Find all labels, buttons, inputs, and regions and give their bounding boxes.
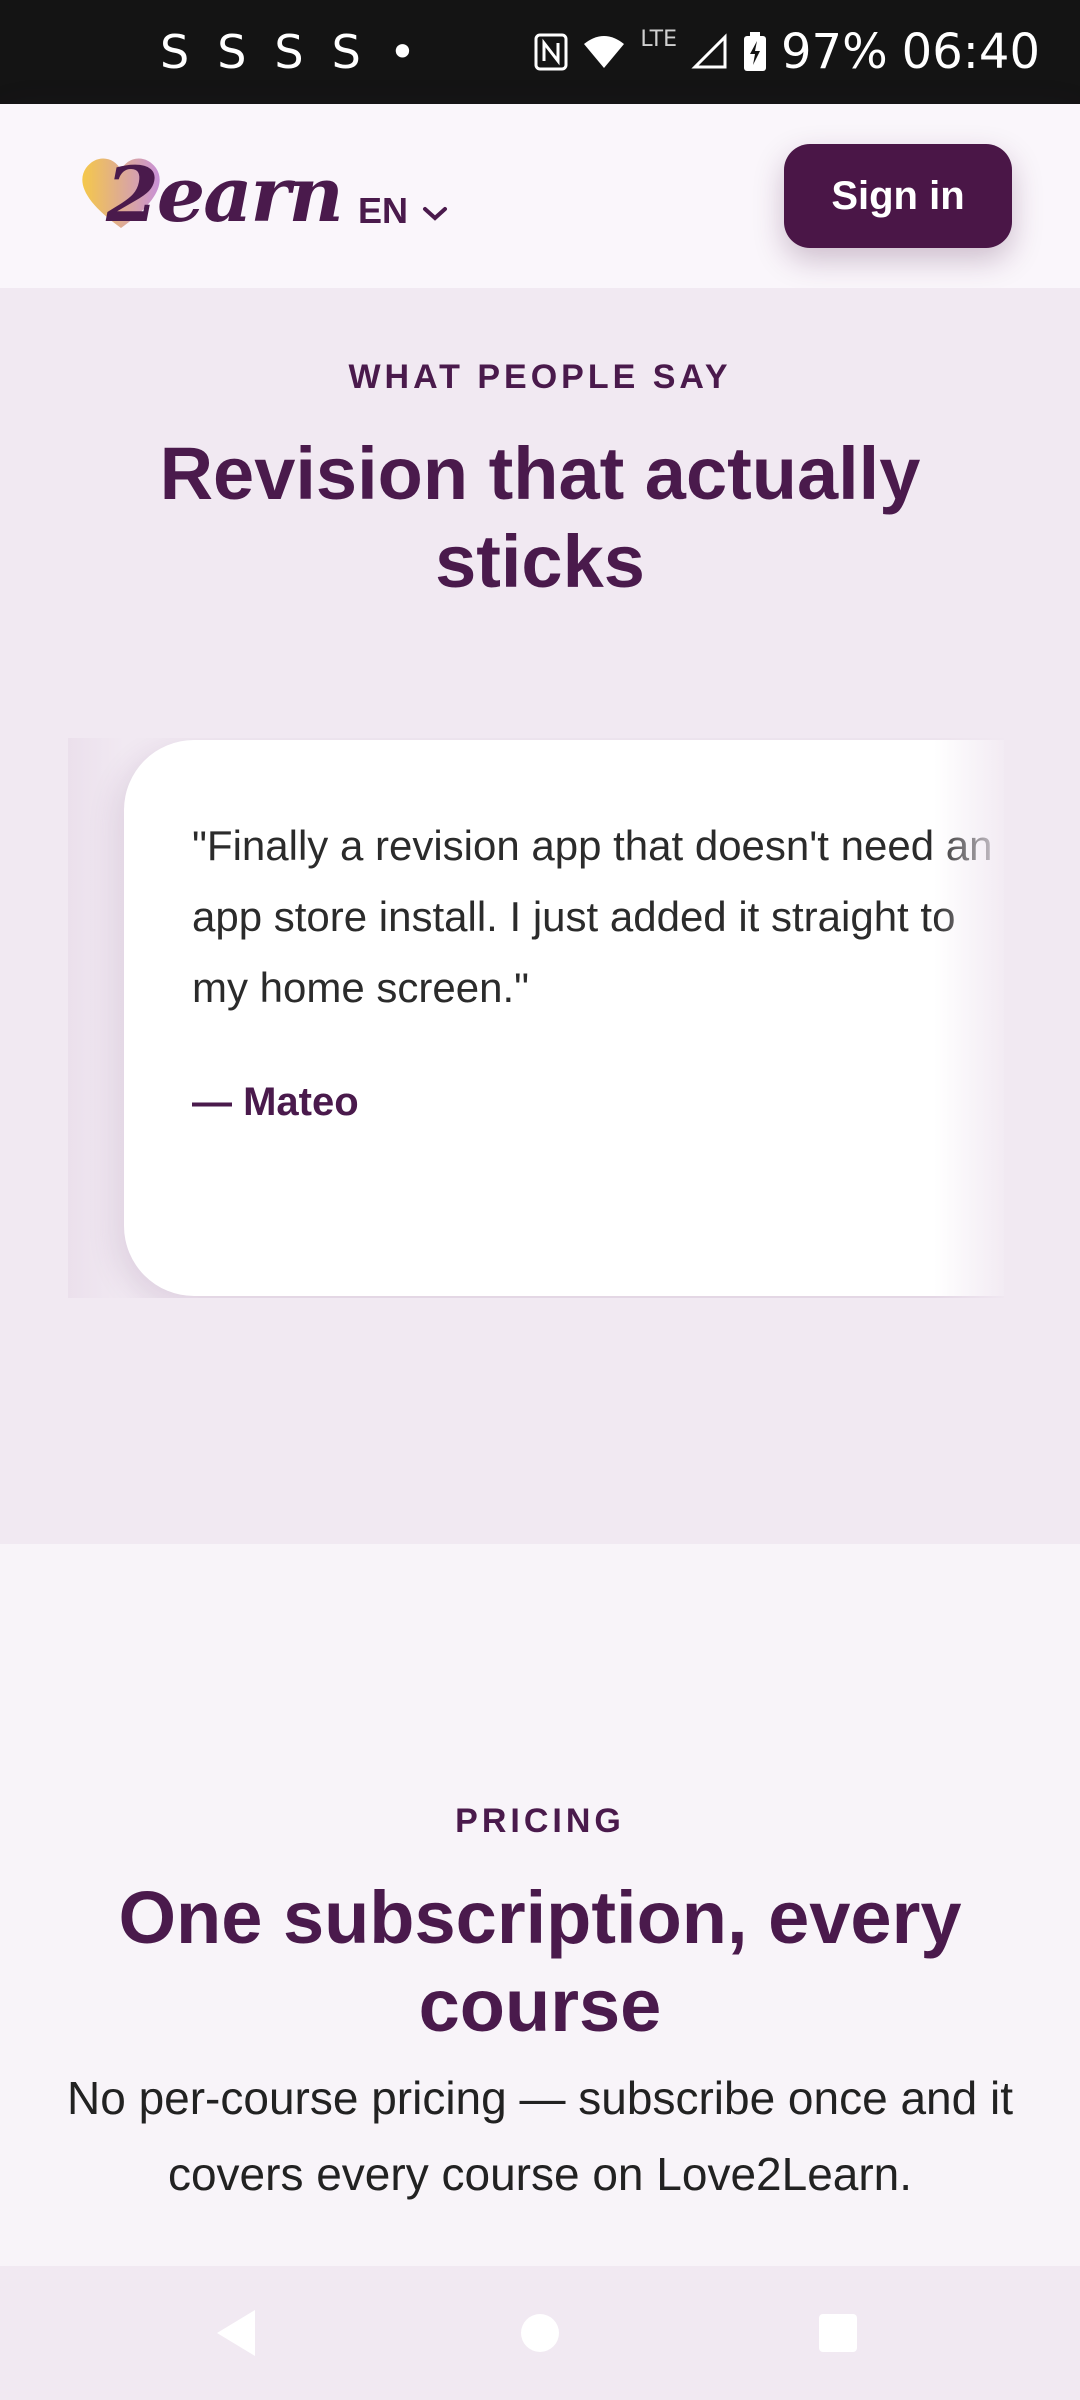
clock: 06:40 xyxy=(901,24,1040,80)
home-circle-icon[interactable] xyxy=(500,2296,580,2370)
notification-s-icon: S xyxy=(160,25,192,79)
pricing-description: No per-course pricing — subscribe once a… xyxy=(66,2072,1013,2200)
wifi-icon xyxy=(582,34,626,70)
system-navigation-bar xyxy=(0,2266,1080,2400)
testimonials-eyebrow: WHAT PEOPLE SAY xyxy=(348,358,732,396)
logo-wordmark: 2earn xyxy=(106,150,344,239)
chevron-down-icon xyxy=(422,190,448,232)
carousel-edge-fade xyxy=(934,738,1004,1298)
language-selector[interactable]: EN xyxy=(358,190,448,232)
testimonial-card: "Finally a revision app that doesn't nee… xyxy=(124,740,1004,1296)
back-triangle-icon[interactable] xyxy=(196,2296,276,2370)
notification-s-icon: S xyxy=(331,25,363,79)
notification-s-icon: S xyxy=(274,25,306,79)
signal-icon xyxy=(691,33,729,71)
battery-charging-icon xyxy=(743,32,767,72)
more-notifications-dot-icon: • xyxy=(388,25,418,79)
testimonial-carousel[interactable]: "Finally a revision app that doesn't nee… xyxy=(68,738,1004,1298)
testimonial-author: — Mateo xyxy=(192,1080,359,1124)
status-bar: S S S S • LTE 97% 06:40 xyxy=(0,0,1080,104)
testimonials-title: Revision that actually sticks xyxy=(159,432,921,603)
pricing-title: One subscription, every course xyxy=(118,1876,962,2047)
pricing-section: PRICING One subscription, every course N… xyxy=(0,1544,1080,2266)
recents-square-icon[interactable] xyxy=(798,2296,878,2370)
notification-icons: S S S S • xyxy=(160,0,418,104)
language-label: EN xyxy=(358,190,409,231)
battery-percent: 97% xyxy=(780,24,888,80)
notification-s-icon: S xyxy=(217,25,249,79)
site-header: 2earn EN Sign in xyxy=(0,104,1080,288)
love2learn-logo[interactable]: 2earn xyxy=(76,148,344,248)
sign-in-button[interactable]: Sign in xyxy=(784,144,1012,248)
system-icons: LTE 97% 06:40 xyxy=(534,0,1040,104)
nfc-icon xyxy=(534,33,568,71)
pricing-eyebrow: PRICING xyxy=(455,1802,625,1840)
lte-label: LTE xyxy=(640,26,677,52)
testimonials-section: WHAT PEOPLE SAY Revision that actually s… xyxy=(0,288,1080,1544)
testimonial-quote: "Finally a revision app that doesn't nee… xyxy=(192,822,993,1011)
